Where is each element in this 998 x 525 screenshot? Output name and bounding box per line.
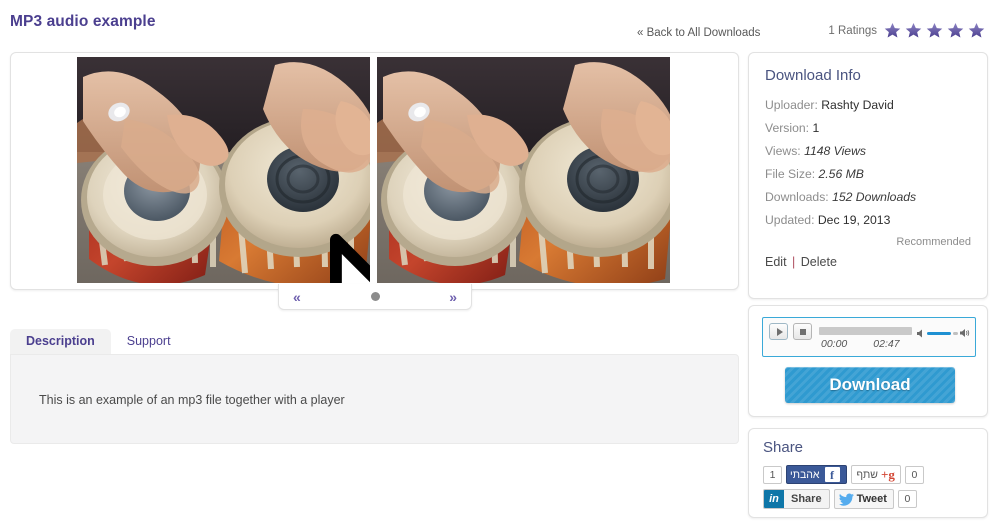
carousel-navigation: « » bbox=[278, 284, 472, 310]
info-row-updated: Updated: Dec 19, 2013 bbox=[765, 213, 971, 227]
info-label-file-size: File Size: bbox=[765, 167, 816, 181]
star-icon[interactable] bbox=[883, 21, 902, 40]
facebook-like-count: 1 bbox=[763, 465, 782, 484]
info-row-file-size: File Size: 2.56 MB bbox=[765, 167, 971, 181]
linkedin-share-label: Share bbox=[791, 493, 822, 505]
googleplus-icon: g+ bbox=[880, 467, 895, 482]
speaker-low-icon bbox=[917, 329, 922, 337]
play-button[interactable] bbox=[769, 323, 788, 340]
info-label-version: Version: bbox=[765, 121, 810, 135]
description-text: This is an example of an mp3 file togeth… bbox=[39, 393, 345, 407]
link-separator: | bbox=[792, 255, 796, 269]
star-icon[interactable] bbox=[904, 21, 923, 40]
edit-delete-links: Edit | Delete bbox=[765, 255, 971, 269]
carousel-next-icon[interactable]: » bbox=[449, 290, 457, 304]
carousel-dot-indicator[interactable] bbox=[370, 292, 380, 301]
stop-icon bbox=[799, 328, 806, 335]
info-value-updated: Dec 19, 2013 bbox=[817, 213, 891, 227]
googleplus-share-label: שתף bbox=[856, 468, 878, 481]
download-detail-page: MP3 audio example « Back to All Download… bbox=[0, 0, 998, 525]
volume-slider-fill[interactable] bbox=[927, 331, 951, 335]
star-icon[interactable] bbox=[925, 21, 944, 40]
tabla-drums-image bbox=[77, 57, 370, 283]
info-value-version: 1 bbox=[812, 121, 820, 135]
download-button[interactable]: Download bbox=[785, 367, 955, 403]
page-title: MP3 audio example bbox=[10, 13, 156, 30]
share-heading: Share bbox=[763, 439, 804, 456]
info-row-views: Views: 1148 Views bbox=[765, 144, 971, 158]
info-label-downloads: Downloads: bbox=[765, 190, 829, 204]
star-rating[interactable] bbox=[883, 21, 986, 40]
linkedin-share-button[interactable]: in Share bbox=[763, 489, 830, 509]
tabla-drums-image bbox=[377, 57, 670, 283]
info-label-uploader: Uploader: bbox=[765, 98, 818, 112]
share-row-primary: 1 f אהבתי g+ שתף 0 bbox=[763, 465, 973, 484]
info-row-downloads: Downloads: 152 Downloads bbox=[765, 190, 971, 204]
edit-link[interactable]: Edit bbox=[765, 255, 787, 269]
gallery-strip bbox=[11, 53, 670, 289]
twitter-count: 0 bbox=[897, 490, 917, 508]
info-row-uploader: Uploader: Rashty David bbox=[765, 98, 971, 112]
info-value-file-size: 2.56 MB bbox=[818, 167, 864, 181]
linkedin-icon: in bbox=[764, 490, 784, 508]
share-row-secondary: in Share Tweet 0 bbox=[763, 489, 973, 509]
speaker-high-icon bbox=[960, 329, 970, 337]
twitter-tweet-button[interactable]: Tweet bbox=[833, 489, 894, 509]
share-card: Share 1 f אהבתי g+ שתף 0 in Share Tweet … bbox=[748, 428, 988, 518]
star-icon[interactable] bbox=[946, 21, 965, 40]
time-display: 00:00 02:47 bbox=[819, 338, 912, 350]
tab-support[interactable]: Support bbox=[111, 329, 187, 354]
back-to-all-downloads-link[interactable]: « Back to All Downloads bbox=[637, 27, 760, 39]
gallery-slide[interactable] bbox=[377, 57, 670, 283]
total-time: 02:47 bbox=[873, 338, 900, 350]
player-middle: 00:00 02:47 bbox=[819, 323, 912, 350]
download-info-card: Download Info Uploader: Rashty David Ver… bbox=[748, 52, 988, 299]
audio-player-card: 00:00 02:47 Download bbox=[748, 305, 988, 417]
info-value-downloads: 152 Downloads bbox=[832, 190, 917, 204]
info-label-updated: Updated: bbox=[765, 213, 815, 227]
info-row-version: Version: 1 bbox=[765, 121, 971, 135]
googleplus-count: 0 bbox=[904, 465, 924, 484]
ratings-count-label: 1 Ratings bbox=[828, 24, 877, 37]
facebook-like-button[interactable]: f אהבתי bbox=[786, 465, 847, 484]
gallery-slide[interactable] bbox=[77, 57, 370, 283]
download-info-heading: Download Info bbox=[765, 67, 861, 84]
audio-player[interactable]: 00:00 02:47 bbox=[762, 317, 976, 357]
tab-bar: Description Support bbox=[10, 329, 739, 354]
recommended-label: Recommended bbox=[896, 236, 971, 248]
facebook-like-label: אהבתי bbox=[790, 468, 820, 481]
carousel-prev-icon[interactable]: « bbox=[293, 290, 301, 304]
twitter-bird-icon bbox=[838, 493, 854, 506]
twitter-tweet-label: Tweet bbox=[856, 493, 887, 505]
info-value-uploader: Rashty David bbox=[821, 98, 894, 112]
image-gallery bbox=[10, 52, 739, 290]
facebook-icon: f bbox=[824, 467, 840, 482]
stop-button[interactable] bbox=[793, 323, 812, 340]
delete-link[interactable]: Delete bbox=[801, 255, 837, 269]
current-time: 00:00 bbox=[821, 338, 848, 350]
info-label-views: Views: bbox=[765, 144, 801, 158]
star-icon[interactable] bbox=[967, 21, 986, 40]
tab-panel-description: This is an example of an mp3 file togeth… bbox=[10, 354, 739, 444]
play-icon bbox=[776, 327, 783, 336]
volume-control[interactable] bbox=[917, 328, 970, 338]
tab-description[interactable]: Description bbox=[10, 329, 111, 354]
volume-slider-track[interactable] bbox=[953, 331, 958, 335]
googleplus-share-button[interactable]: g+ שתף bbox=[850, 465, 901, 484]
progress-bar[interactable] bbox=[819, 327, 912, 335]
info-value-views: 1148 Views bbox=[804, 144, 866, 158]
rating-widget: 1 Ratings bbox=[828, 21, 986, 40]
